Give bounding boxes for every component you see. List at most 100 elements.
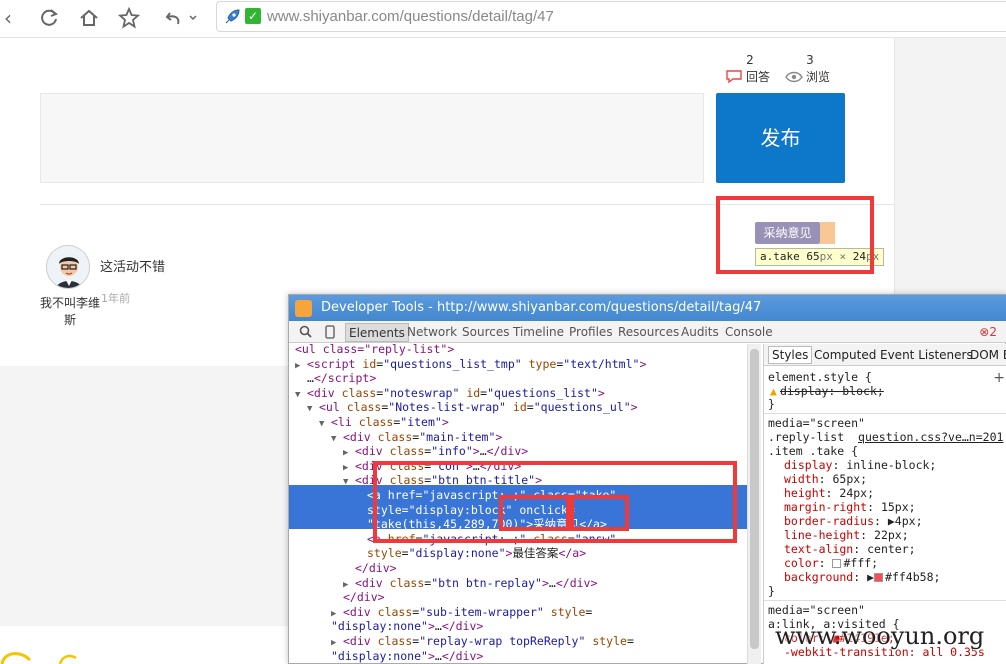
secure-check-icon: ✓	[245, 8, 261, 24]
comment-bubble-icon	[726, 70, 742, 84]
tab-profiles[interactable]: Profiles	[569, 325, 613, 339]
css-prop-height[interactable]: height: 24px;	[784, 486, 874, 500]
dom-node-line[interactable]: "display:none">…</div>	[331, 649, 747, 664]
css-prop-line-height[interactable]: line-height: 22px;	[784, 528, 909, 542]
views-label: 浏览	[806, 70, 831, 84]
dom-node-line[interactable]: </div>	[355, 561, 747, 576]
rule-separator	[764, 600, 1006, 601]
add-rule-icon[interactable]: +	[993, 370, 1005, 386]
dom-node-line[interactable]: ▶ <div class="info">…</div>	[343, 444, 747, 459]
devtools-title: Developer Tools - http://www.shiyanbar.c…	[289, 295, 1006, 321]
home-icon[interactable]	[75, 4, 103, 32]
reply-comment: 这活动不错	[100, 260, 166, 275]
rule-selector-1: .reply-list	[768, 430, 845, 444]
tab-audits[interactable]: Audits	[681, 325, 719, 339]
refresh-icon[interactable]	[35, 4, 63, 32]
back-icon[interactable]: ‹	[0, 4, 22, 32]
browser-toolbar: ‹ ✓ www.shiyanbar.com/questions/detail/t…	[0, 0, 1006, 38]
corner-logo-icon	[0, 644, 80, 664]
answers-label: 回答	[746, 70, 771, 84]
dom-node-line[interactable]: ▶ <div class="sub-item-wrapper" style=	[331, 605, 747, 620]
scrollbar-thumb[interactable]	[750, 349, 759, 649]
element-style-prop[interactable]: ▲ display: block;	[770, 384, 884, 398]
highlight-box-take-button	[716, 196, 874, 274]
highlight-box-onclick-args	[499, 495, 629, 531]
inspect-search-icon[interactable]	[299, 325, 312, 341]
dom-node-line[interactable]: ▶ <script id="questions_list_tmp" type="t…	[295, 357, 747, 372]
favorite-star-icon[interactable]	[115, 4, 143, 32]
css-prop-border-radius[interactable]: border-radius: ▶4px;	[784, 514, 923, 528]
css-prop-text-align[interactable]: text-align: center;	[784, 542, 916, 556]
address-bar[interactable]: ✓ www.shiyanbar.com/questions/detail/tag…	[216, 1, 1006, 32]
eye-icon	[785, 71, 803, 82]
tab-timeline[interactable]: Timeline	[513, 325, 564, 339]
publish-button[interactable]: 发布	[716, 93, 845, 183]
wooyun-watermark: www.wooyun.org	[775, 622, 985, 650]
css-source-link[interactable]: question.css?ve…n=201	[858, 430, 1003, 444]
rocket-icon	[223, 8, 241, 26]
styles-tabbar: Styles Computed Event Listeners DOM B	[764, 344, 1006, 366]
url-host: www.shiyanbar.com	[267, 8, 400, 25]
dom-node-line[interactable]: ▶ <div class="replay-wrap topReReply" sty…	[331, 634, 747, 649]
devtools-logo-icon	[295, 300, 312, 317]
tab-computed[interactable]: Computed	[814, 348, 876, 362]
dom-node-line[interactable]: ▼ <li class="item">	[319, 415, 747, 430]
dom-node-line[interactable]: ▼ <ul class="Notes-list-wrap" id="questio…	[307, 400, 747, 415]
css-prop-display[interactable]: display: inline-block;	[784, 458, 936, 472]
expand-triangle-icon[interactable]: ▼	[343, 475, 355, 490]
tab-sources[interactable]: Sources	[462, 325, 509, 339]
dom-node-line[interactable]: style="display:none">最佳答案</a>	[367, 546, 747, 561]
expand-triangle-icon[interactable]: ▶	[295, 359, 307, 374]
screen: ‹ ✓ www.shiyanbar.com/questions/detail/t…	[0, 0, 1006, 664]
rule-selector-2: .item .take {	[768, 444, 859, 458]
tab-elements[interactable]: Elements	[345, 323, 409, 342]
rule-separator	[764, 413, 1006, 414]
reply-username[interactable]: 我不叫李维斯	[40, 295, 100, 329]
reply-textarea[interactable]	[40, 93, 704, 183]
dom-node-line[interactable]: ▼ <div class="main-item">	[331, 430, 747, 445]
tab-dom-breakpoints[interactable]: DOM B	[970, 348, 1006, 362]
color-swatch-icon[interactable]	[874, 573, 884, 582]
css-prop-background[interactable]: background: ▶ #ff4b58;	[784, 570, 940, 584]
css-prop-color[interactable]: color: #fff;	[784, 556, 878, 570]
rule-selector-line: .reply-list question.css?ve…n=201	[768, 430, 1003, 444]
dom-node-line[interactable]: "display:none">…</div>	[331, 619, 747, 634]
dom-node-line[interactable]: ▼ <div class="noteswrap" id="questions_li…	[295, 386, 747, 401]
element-style-selector: element.style {	[768, 370, 872, 384]
dom-node-line[interactable]: …</script>	[307, 371, 747, 386]
dom-node-line[interactable]: ▶ <div class="btn btn-replay">…</div>	[343, 576, 747, 591]
devtools-tabbar: Elements Network Sources Timeline Profil…	[289, 321, 1006, 343]
dom-node-line[interactable]: </div>	[343, 590, 747, 605]
devtools-window: Developer Tools - http://www.shiyanbar.c…	[288, 294, 1006, 664]
styles-pane: Styles Computed Event Listeners DOM B + …	[763, 344, 1006, 664]
elements-scrollbar[interactable]	[747, 344, 761, 664]
tab-styles[interactable]: Styles	[768, 346, 813, 364]
expand-triangle-icon[interactable]: ▼	[295, 388, 307, 403]
error-counter[interactable]: ⊗2	[979, 325, 997, 339]
rule-close: }	[768, 584, 775, 598]
undo-history-icon[interactable]	[162, 4, 202, 32]
tab-console[interactable]: Console	[725, 325, 773, 339]
url-path: /questions/detail/tag/47	[399, 8, 554, 25]
expand-triangle-icon[interactable]: ▼	[319, 417, 331, 432]
url-text: www.shiyanbar.com/questions/detail/tag/4…	[267, 8, 554, 25]
expand-triangle-icon[interactable]: ▼	[331, 432, 343, 447]
views-label-wrap: 浏览	[785, 68, 830, 85]
tab-event-listeners[interactable]: Event Listeners	[880, 348, 973, 362]
tab-resources[interactable]: Resources	[618, 325, 679, 339]
warning-icon: ▲	[770, 384, 777, 398]
reply-time: 1年前	[101, 292, 130, 305]
device-mode-icon[interactable]	[325, 325, 335, 342]
color-swatch-icon[interactable]	[832, 559, 842, 568]
media-label: media="screen"	[768, 416, 865, 430]
dom-node-line[interactable]: <ul class="reply-list">	[295, 344, 747, 357]
views-count: 3	[806, 53, 814, 67]
css-prop-margin-right[interactable]: margin-right: 15px;	[784, 500, 916, 514]
expand-triangle-icon[interactable]: ▼	[307, 402, 319, 417]
answers-count: 2	[746, 53, 754, 67]
element-style-prop-text: display: block;	[779, 384, 884, 398]
tab-network[interactable]: Network	[407, 325, 457, 339]
avatar[interactable]	[46, 245, 90, 289]
error-count: 2	[989, 325, 997, 339]
css-prop-width[interactable]: width: 65px;	[784, 472, 867, 486]
